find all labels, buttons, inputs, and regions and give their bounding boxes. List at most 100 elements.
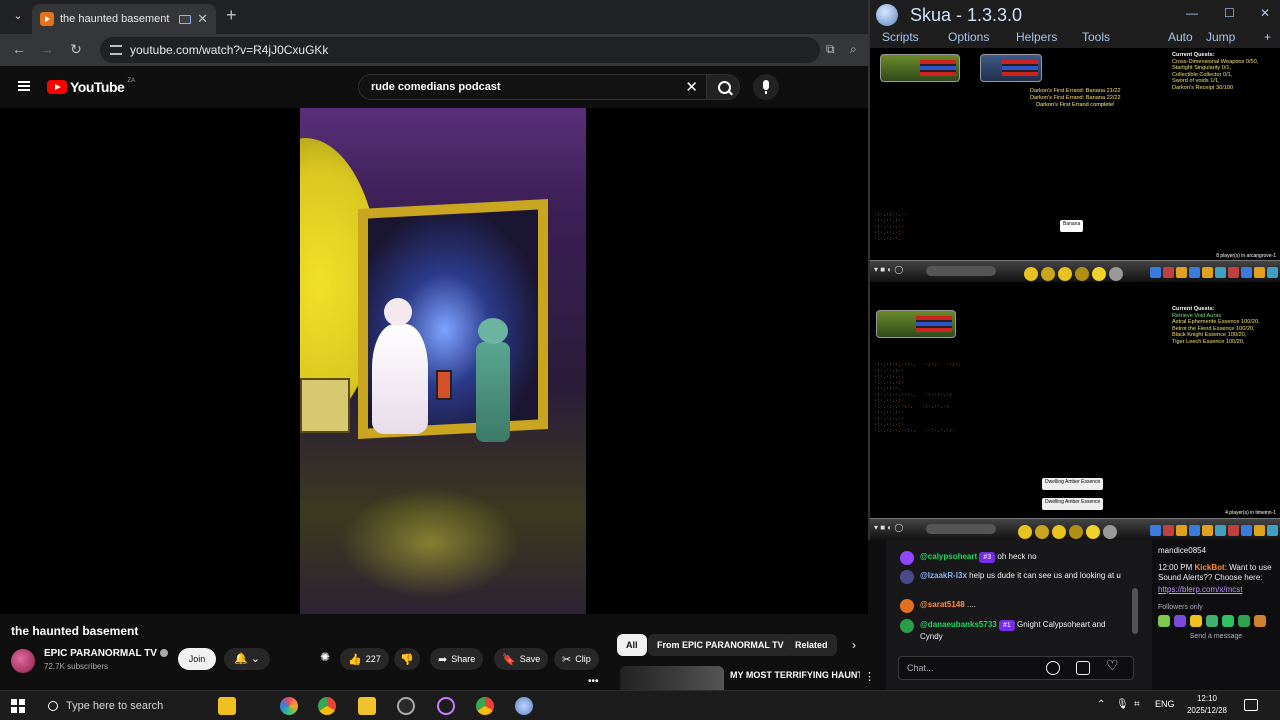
dislike-button[interactable]: 👎 xyxy=(394,648,420,670)
chat-username[interactable]: @IzaakR-l3x xyxy=(920,571,967,580)
gift-icon[interactable] xyxy=(1076,661,1090,675)
taskbar-search-placeholder: Type here to search xyxy=(66,700,164,712)
channel-name[interactable]: EPIC PARANORMAL TV xyxy=(44,648,168,659)
chat-controls-icon[interactable]: ▾ ■ ◐ ◯ xyxy=(874,523,903,532)
menu-jump[interactable]: Jump xyxy=(1206,30,1235,44)
notifications-icon[interactable] xyxy=(1244,699,1258,711)
share-button[interactable]: ➦ Share xyxy=(430,648,484,670)
windows-start-icon[interactable] xyxy=(11,699,25,713)
search-input[interactable]: rude comedians podcast ✕ xyxy=(358,74,706,100)
npc-label-2[interactable]: Dwelling Amber Essence xyxy=(1042,498,1104,510)
skill-bar[interactable] xyxy=(1018,525,1117,539)
clip-button[interactable]: ✂ Clip xyxy=(554,648,599,670)
tab-search-button[interactable]: ⌄ xyxy=(8,6,28,26)
emote-bar[interactable] xyxy=(1158,615,1274,627)
quest-item: Tiger Leech Essence 100/20, xyxy=(1172,338,1245,345)
recommended-title[interactable]: MY MOST TERRIFYING HAUNTING | Pocotown S… xyxy=(730,670,860,681)
heart-icon[interactable]: ♡ xyxy=(1106,657,1119,674)
chrome-profile-icon[interactable] xyxy=(476,697,494,715)
chip-all[interactable]: All xyxy=(617,634,647,656)
like-button[interactable]: 👍 227 xyxy=(340,648,389,670)
errand-log: Darkon's First Errand: Banana 21/22 Dark… xyxy=(1030,88,1121,109)
youtube-logo[interactable]: YouTube ZA xyxy=(47,78,135,95)
bot-link[interactable]: https://blerp.com/x/mcst xyxy=(1158,585,1274,594)
npc-label[interactable]: Dwelling Amber Essence xyxy=(1042,478,1104,490)
side-username[interactable]: mandice0854 xyxy=(1158,546,1274,555)
copilot-sparkle-icon[interactable] xyxy=(218,697,236,715)
chat-text: help us dude it can see us and looking a… xyxy=(969,571,1121,580)
chip-related[interactable]: Related xyxy=(786,634,837,656)
chat-entry[interactable] xyxy=(926,524,996,534)
browser-tab[interactable]: the haunted basement - Yo ✕ xyxy=(32,4,216,34)
save-button[interactable]: 🔖 Save xyxy=(494,648,549,670)
language-indicator[interactable]: ENG xyxy=(1155,699,1175,709)
menu-auto[interactable]: Auto xyxy=(1168,30,1193,44)
menu-helpers[interactable]: Helpers xyxy=(1016,30,1057,44)
quest-tracker: Current Quests: Cross-Dimensional Weapon… xyxy=(1172,52,1258,91)
microphone-icon[interactable]: 🎙 xyxy=(1116,699,1129,710)
chat-input[interactable]: Chat... xyxy=(898,656,1134,680)
chat-message: @danaeubanks5733 #1 Gnight Calypsoheart … xyxy=(900,619,1130,642)
channel-avatar[interactable] xyxy=(11,649,35,673)
site-info-icon[interactable] xyxy=(110,45,122,55)
skua-taskbar-icon[interactable] xyxy=(515,697,533,715)
game-client-top[interactable]: Darkon's First Errand: Banana 21/22 Dark… xyxy=(870,48,1280,294)
chat-scrollbar[interactable] xyxy=(1132,588,1138,634)
thanks-icon[interactable]: ✺ xyxy=(320,650,330,664)
recommended-thumbnail[interactable] xyxy=(620,666,724,690)
search-button[interactable] xyxy=(706,74,740,100)
maximize-icon[interactable]: ☐ xyxy=(1224,6,1235,20)
chat-controls-icon[interactable]: ▾ ■ ◐ ◯ xyxy=(874,265,903,274)
video-frame[interactable] xyxy=(300,108,586,614)
chevron-right-icon[interactable]: › xyxy=(852,638,856,652)
chip-from-channel[interactable]: From EPIC PARANORMAL TV xyxy=(648,634,793,656)
more-actions-icon[interactable]: ••• xyxy=(588,676,599,687)
clear-search-icon[interactable]: ✕ xyxy=(685,78,698,96)
video-player[interactable] xyxy=(0,108,868,614)
chat-username[interactable]: @sarat5148 xyxy=(920,600,965,609)
add-icon[interactable]: + xyxy=(1264,30,1271,44)
new-tab-button[interactable]: + xyxy=(226,5,237,26)
emoji-icon[interactable] xyxy=(1046,661,1060,675)
player-hud xyxy=(876,310,956,338)
npc-label[interactable]: Banana xyxy=(1060,220,1084,232)
user-avatar xyxy=(900,619,914,633)
app-icon[interactable] xyxy=(397,697,415,715)
reload-icon[interactable]: ↻ xyxy=(67,41,85,58)
tray-chevron-icon[interactable]: ⌃ xyxy=(1097,699,1105,710)
chrome-icon[interactable] xyxy=(318,697,336,715)
chat-username[interactable]: @danaeubanks5733 xyxy=(920,620,997,629)
voice-search-icon[interactable] xyxy=(753,74,779,100)
game-client-bottom[interactable]: Current Quests: Retrieve Void Auras Astr… xyxy=(870,300,1280,540)
minimize-icon[interactable]: — xyxy=(1186,6,1198,20)
bot-name[interactable]: KickBot xyxy=(1194,563,1224,572)
close-window-icon[interactable]: ✕ xyxy=(1260,6,1270,20)
send-message-label[interactable]: Send a message xyxy=(1158,633,1274,640)
forward-icon[interactable]: → xyxy=(38,41,56,57)
menu-tools[interactable]: Tools xyxy=(1082,30,1110,44)
chat-log-bottom: ·:·.·:··.··:·. ·:·.· ··:·. ·:·.··.:·· ·:… xyxy=(874,362,962,434)
chat-username[interactable]: @calypsoheart xyxy=(920,552,977,561)
back-icon[interactable]: ← xyxy=(10,41,28,57)
address-bar[interactable]: youtube.com/watch?v=R4jJ0CxuGKk xyxy=(100,37,820,63)
file-explorer-icon[interactable] xyxy=(358,697,376,715)
join-button[interactable]: Join xyxy=(178,648,216,670)
zoom-icon[interactable]: ⌕ xyxy=(850,42,857,57)
close-tab-icon[interactable]: ✕ xyxy=(197,11,208,27)
skill-bar[interactable] xyxy=(1024,267,1123,281)
copilot-icon[interactable] xyxy=(280,697,298,715)
menu-scripts[interactable]: Scripts xyxy=(882,30,919,44)
reco-more-icon[interactable]: ⋮ xyxy=(864,670,875,683)
menu-options[interactable]: Options xyxy=(948,30,989,44)
install-app-icon[interactable]: ⧉ xyxy=(826,42,835,57)
menu-icon[interactable] xyxy=(18,81,30,91)
game-menu-icons[interactable] xyxy=(1150,525,1278,536)
network-icon[interactable]: ⌗ xyxy=(1134,699,1140,710)
game-toolbar-bottom: ▾ ■ ◐ ◯ xyxy=(870,518,1280,540)
game-menu-icons[interactable] xyxy=(1150,267,1278,278)
chat-entry[interactable] xyxy=(926,266,996,276)
notifications-bell-button[interactable]: 🔔 ⌄ xyxy=(224,648,270,670)
app-icon-2[interactable] xyxy=(437,697,455,715)
player-count: 4 player(s) in timeinn-1 xyxy=(1225,510,1276,516)
clock[interactable]: 12:10 2025/12/28 xyxy=(1184,693,1230,717)
